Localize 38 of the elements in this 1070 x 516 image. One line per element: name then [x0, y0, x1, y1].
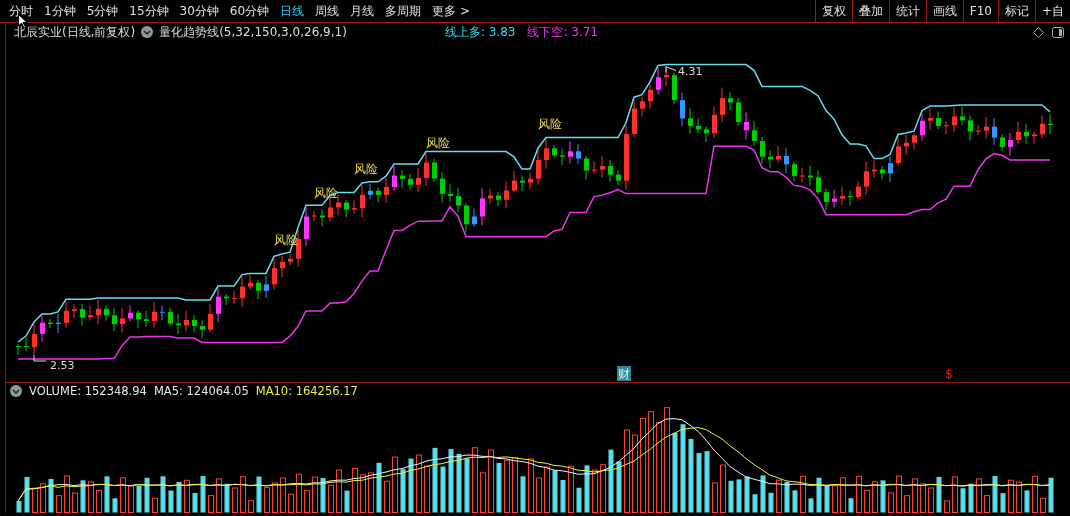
- indicator-readout: 线下空: 3.71: [527, 23, 599, 41]
- diamond-icon[interactable]: [1033, 26, 1044, 38]
- period-tab[interactable]: 周线: [315, 2, 340, 20]
- event-marker-label: 财: [618, 367, 630, 381]
- risk-label: 风险: [538, 116, 562, 131]
- period-tab[interactable]: 30分钟: [179, 2, 219, 20]
- price-label: 2.53: [50, 359, 75, 372]
- leader-line: [665, 66, 677, 74]
- period-tab[interactable]: 更多 >: [432, 2, 470, 20]
- collapse-icon[interactable]: [10, 385, 22, 397]
- toolbar-button[interactable]: 统计: [888, 0, 926, 22]
- volume-readout: VOLUME: 152348.94: [29, 384, 147, 398]
- price-label: 4.31: [678, 64, 703, 78]
- period-tab[interactable]: 1分钟: [44, 2, 76, 20]
- risk-label: 风险: [426, 135, 450, 150]
- collapse-icon[interactable]: [141, 26, 154, 38]
- period-tab[interactable]: 15分钟: [129, 2, 169, 20]
- volume-readout: MA10: 164256.17: [255, 384, 358, 398]
- panel-toggle-icon[interactable]: [1052, 26, 1064, 38]
- toolbar-button[interactable]: F10: [962, 0, 998, 22]
- toolbar-button[interactable]: 复权: [814, 0, 852, 22]
- leader-line: [33, 354, 47, 362]
- period-tab[interactable]: 5分钟: [86, 2, 119, 20]
- stock-title: 北辰实业(日线,前复权): [14, 23, 136, 41]
- period-tab[interactable]: 月线: [350, 2, 375, 20]
- period-tab[interactable]: 分时: [9, 2, 33, 20]
- indicator-readout: 线上多: 3.83: [444, 23, 516, 41]
- toolbar-button[interactable]: 叠加: [851, 0, 889, 22]
- indicator-name: 量化趋势线(5,32,150,3,0,26,9,1): [159, 23, 347, 41]
- risk-label: 风险: [354, 161, 378, 176]
- period-tab[interactable]: 多周期: [385, 2, 422, 20]
- toolbar-button[interactable]: 画线: [925, 0, 963, 22]
- toolbar-button[interactable]: +自: [1034, 0, 1070, 22]
- period-tab[interactable]: 60分钟: [229, 2, 270, 20]
- volume-readout: MA5: 124064.05: [153, 384, 249, 398]
- toolbar-button[interactable]: 标记: [997, 0, 1035, 22]
- period-tab[interactable]: 日线: [280, 2, 305, 20]
- event-marker: $: [945, 367, 953, 381]
